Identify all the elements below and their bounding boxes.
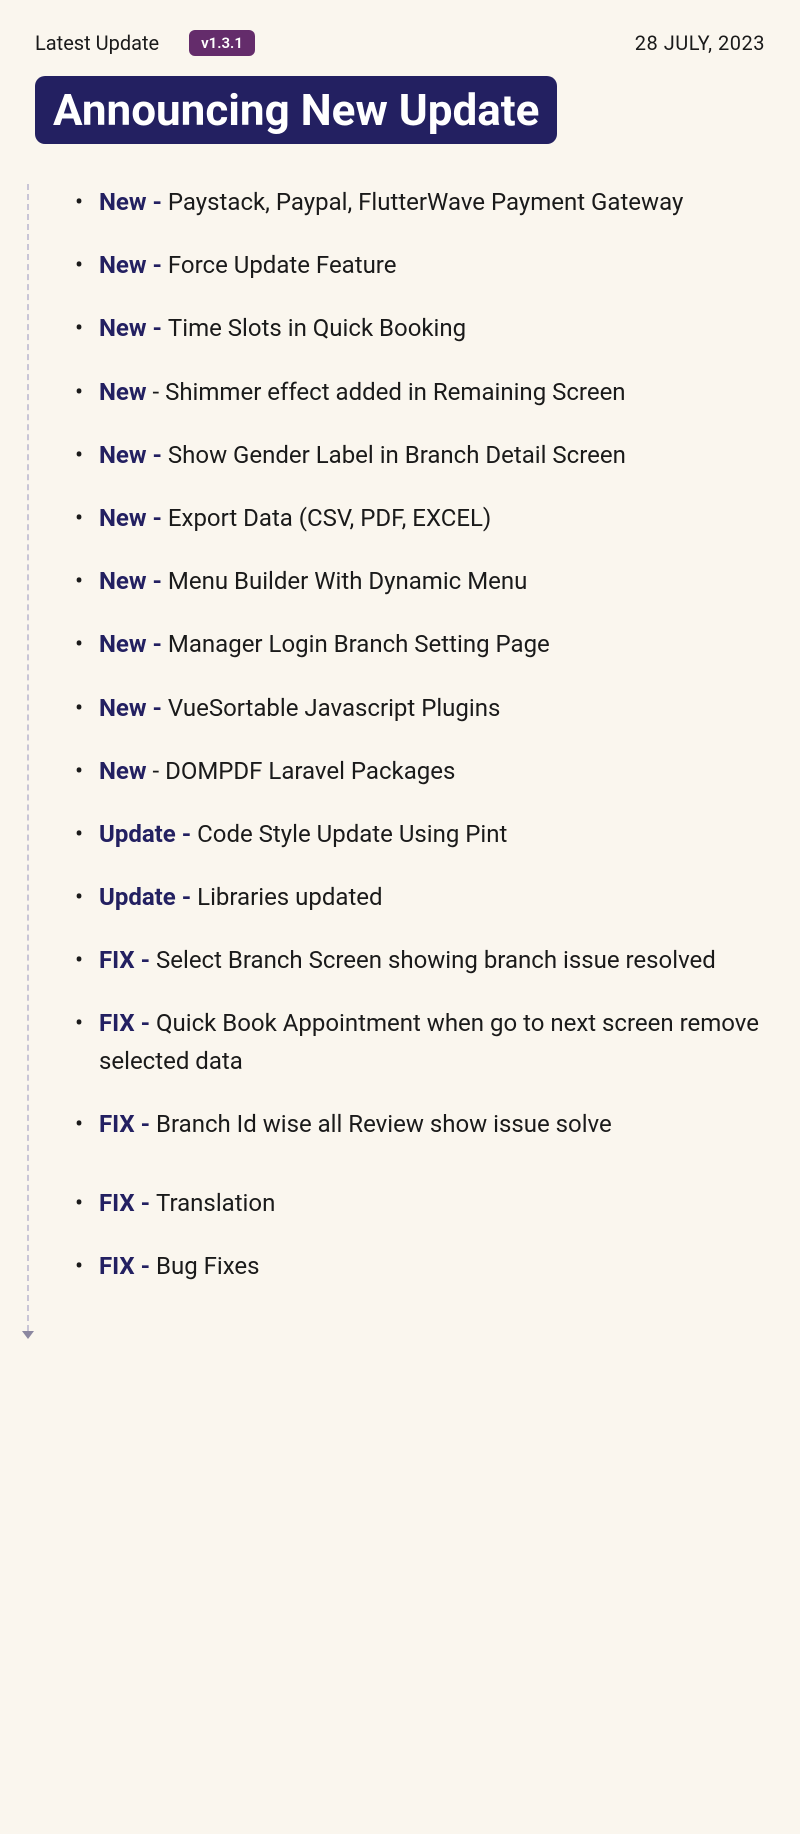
item-text: Quick Book Appointment when go to next s… (99, 1009, 759, 1074)
item-tag: New - (99, 630, 168, 658)
item-text: Manager Login Branch Setting Page (168, 630, 550, 658)
item-tag: New - (99, 504, 168, 532)
item-tag: FIX - (99, 946, 156, 974)
latest-update-label: Latest Update (35, 31, 159, 55)
list-item: Update - Libraries updated (75, 879, 765, 916)
item-tag: New - (99, 314, 168, 342)
item-text: Bug Fixes (156, 1252, 260, 1280)
item-tag: New (99, 757, 147, 785)
item-text: Force Update Feature (168, 251, 397, 279)
changelog-wrapper: New - Paystack, Paypal, FlutterWave Paym… (27, 184, 765, 1331)
item-tag: FIX - (99, 1009, 156, 1037)
release-date: 28 JULY, 2023 (635, 31, 765, 55)
list-item: New - DOMPDF Laravel Packages (75, 753, 765, 790)
list-item: New - VueSortable Javascript Plugins (75, 690, 765, 727)
list-item: New - Export Data (CSV, PDF, EXCEL) (75, 500, 765, 537)
list-item: New - Show Gender Label in Branch Detail… (75, 437, 765, 474)
item-text: Translation (156, 1189, 275, 1217)
item-tag: FIX - (99, 1110, 156, 1138)
page-title: Announcing New Update (35, 76, 557, 144)
list-item: FIX - Quick Book Appointment when go to … (75, 1005, 765, 1079)
item-text: VueSortable Javascript Plugins (168, 694, 500, 722)
list-item: FIX - Bug Fixes (75, 1248, 765, 1285)
changelog-list: New - Paystack, Paypal, FlutterWave Paym… (47, 184, 765, 1285)
item-text: Show Gender Label in Branch Detail Scree… (168, 441, 626, 469)
list-item: FIX - Branch Id wise all Review show iss… (75, 1106, 765, 1143)
item-text: Export Data (CSV, PDF, EXCEL) (168, 504, 491, 532)
list-item: Update - Code Style Update Using Pint (75, 816, 765, 853)
header-row: Latest Update v1.3.1 28 JULY, 2023 (35, 30, 765, 56)
list-item: FIX - Translation (75, 1185, 765, 1222)
item-text: - Shimmer effect added in Remaining Scre… (147, 378, 626, 406)
list-item: New - Shimmer effect added in Remaining … (75, 374, 765, 411)
item-tag: New - (99, 694, 168, 722)
list-item: New - Time Slots in Quick Booking (75, 310, 765, 347)
item-tag: New - (99, 188, 168, 216)
item-text: Menu Builder With Dynamic Menu (168, 567, 527, 595)
item-text: Branch Id wise all Review show issue sol… (156, 1110, 612, 1138)
item-text: Time Slots in Quick Booking (168, 314, 466, 342)
list-item: New - Force Update Feature (75, 247, 765, 284)
item-text: - DOMPDF Laravel Packages (147, 757, 456, 785)
item-text: Paystack, Paypal, FlutterWave Payment Ga… (168, 188, 683, 216)
list-item: FIX - Select Branch Screen showing branc… (75, 942, 765, 979)
item-text: Libraries updated (197, 883, 382, 911)
item-tag: New - (99, 441, 168, 469)
item-tag: Update - (99, 820, 197, 848)
item-text: Code Style Update Using Pint (197, 820, 507, 848)
version-badge: v1.3.1 (189, 30, 255, 56)
item-tag: FIX - (99, 1189, 156, 1217)
item-tag: New - (99, 567, 168, 595)
item-text: Select Branch Screen showing branch issu… (156, 946, 716, 974)
item-tag: Update - (99, 883, 197, 911)
list-item: New - Paystack, Paypal, FlutterWave Paym… (75, 184, 765, 221)
list-item: New - Manager Login Branch Setting Page (75, 626, 765, 663)
item-tag: New - (99, 251, 168, 279)
item-tag: FIX - (99, 1252, 156, 1280)
header-left: Latest Update v1.3.1 (35, 30, 255, 56)
item-tag: New (99, 378, 147, 406)
list-item: New - Menu Builder With Dynamic Menu (75, 563, 765, 600)
